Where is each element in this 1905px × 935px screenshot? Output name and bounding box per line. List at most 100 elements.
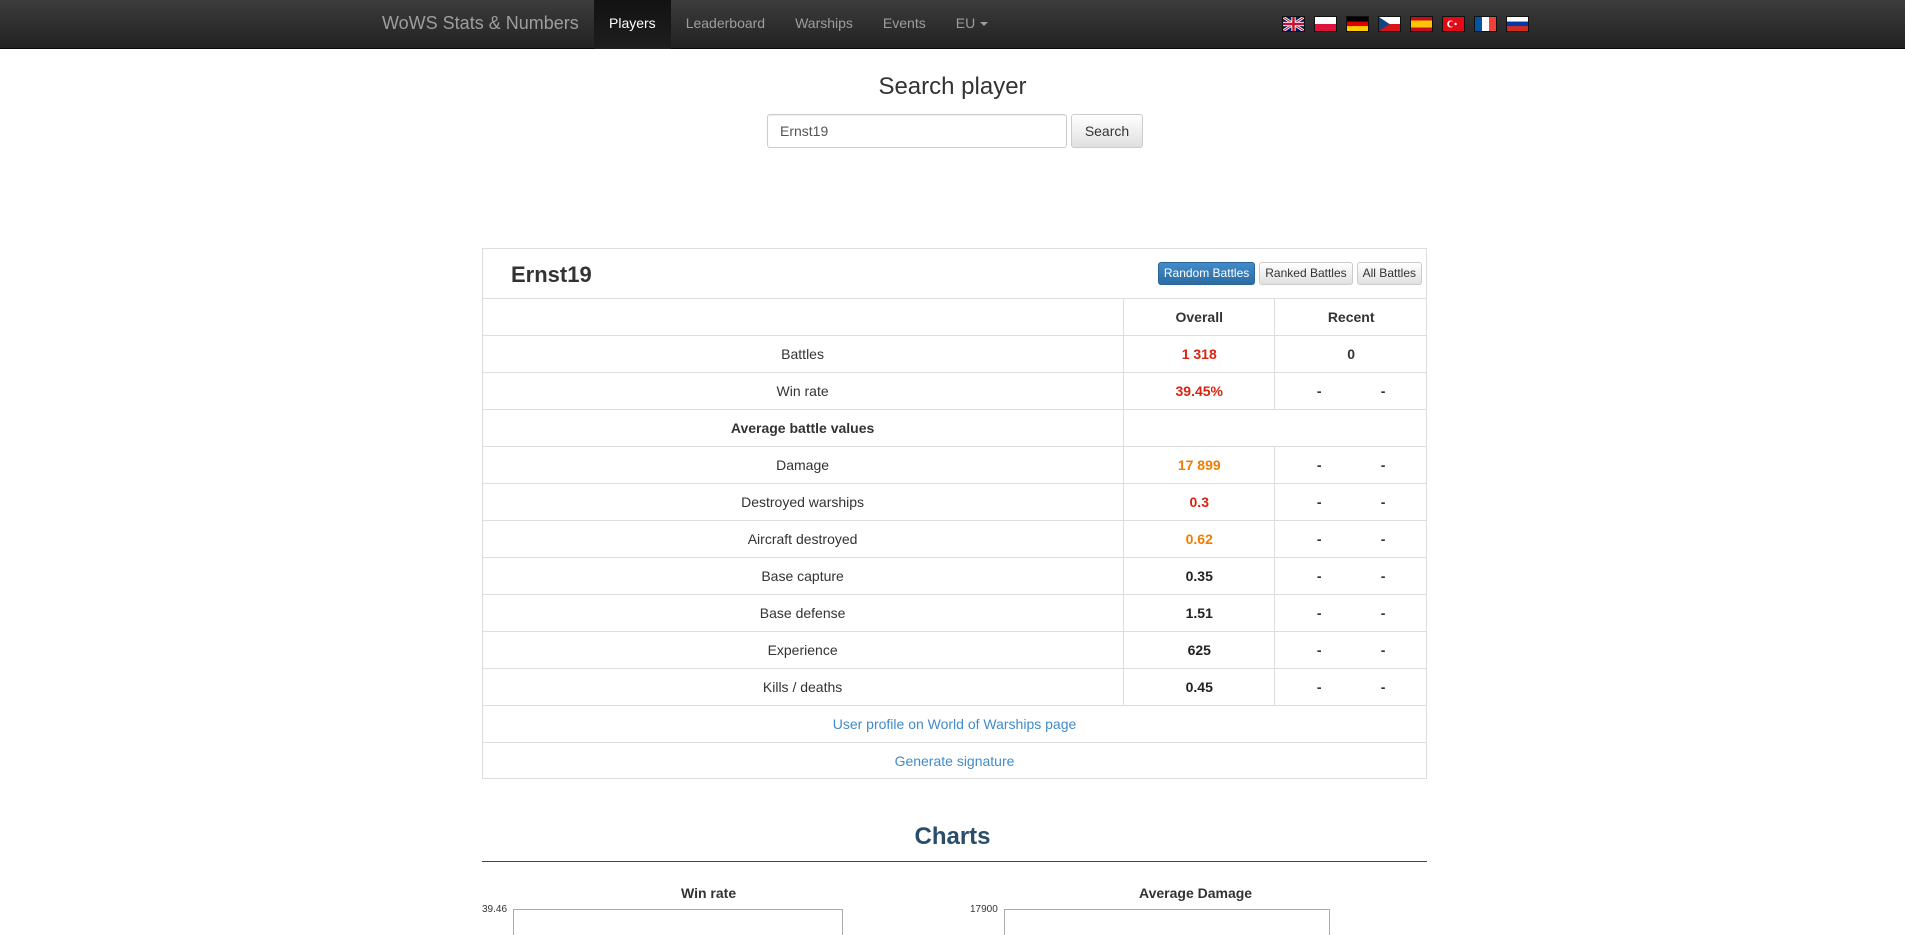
poland-flag-icon[interactable] xyxy=(1314,16,1337,32)
recent-value: - xyxy=(1316,605,1322,621)
battles-overall: 1 318 xyxy=(1123,335,1276,373)
random-battles-button[interactable]: Random Battles xyxy=(1157,262,1256,285)
recent-value: - xyxy=(1380,568,1386,584)
section-empty-cell xyxy=(1123,409,1427,447)
table-section-row: Average battle values xyxy=(482,409,1427,447)
header-overall: Overall xyxy=(1123,298,1276,336)
nav-region-dropdown[interactable]: EU xyxy=(941,0,1003,49)
table-header-row: Overall Recent xyxy=(482,298,1427,336)
row-label-experience: Experience xyxy=(482,631,1125,669)
player-stats-panel: Ernst19 Random Battles Ranked Battles Al… xyxy=(482,248,1427,780)
recent-value: - xyxy=(1316,568,1322,584)
table-row: Experience 625 -- xyxy=(482,631,1427,669)
average-damage-chart-title: Average Damage xyxy=(1139,885,1253,901)
language-flags xyxy=(1282,16,1529,32)
brand-link[interactable]: WoWS Stats & Numbers xyxy=(382,0,579,49)
main-nav: Players Leaderboard Warships Events EU xyxy=(594,0,1003,49)
table-row: Kills / deaths 0.45 -- xyxy=(482,668,1427,706)
win-rate-overall: 39.45% xyxy=(1123,372,1276,410)
table-row: Battles 1 318 0 xyxy=(482,335,1427,373)
damage-overall: 17 899 xyxy=(1123,446,1276,484)
average-damage-chart-area xyxy=(1004,909,1330,935)
recent-value: - xyxy=(1380,605,1386,621)
all-battles-button[interactable]: All Battles xyxy=(1356,262,1422,285)
base-defense-overall: 1.51 xyxy=(1123,594,1276,632)
turkey-flag-icon[interactable] xyxy=(1442,16,1465,32)
search-input[interactable] xyxy=(767,114,1067,148)
germany-flag-icon[interactable] xyxy=(1346,16,1369,32)
search-button[interactable]: Search xyxy=(1071,114,1143,148)
czech-flag-icon[interactable] xyxy=(1378,16,1401,32)
charts-divider xyxy=(482,861,1427,862)
header-recent: Recent xyxy=(1274,298,1427,336)
kills-deaths-overall: 0.45 xyxy=(1123,668,1276,706)
section-average-battle-values: Average battle values xyxy=(482,409,1125,447)
base-capture-recent: -- xyxy=(1274,557,1427,595)
table-row: Damage 17 899 -- xyxy=(482,446,1427,484)
caret-down-icon xyxy=(980,22,989,27)
row-label-aircraft-destroyed: Aircraft destroyed xyxy=(482,520,1125,558)
spain-flag-icon[interactable] xyxy=(1410,16,1433,32)
nav-events[interactable]: Events xyxy=(868,0,941,49)
recent-value: - xyxy=(1380,531,1386,547)
recent-value: - xyxy=(1316,679,1322,695)
row-label-kills-deaths: Kills / deaths xyxy=(482,668,1125,706)
experience-recent: -- xyxy=(1274,631,1427,669)
base-capture-overall: 0.35 xyxy=(1123,557,1276,595)
average-damage-chart-top-tick: 17900 xyxy=(970,904,998,915)
recent-value: - xyxy=(1380,494,1386,510)
user-profile-link[interactable]: User profile on World of Warships page xyxy=(482,705,1427,743)
region-label: EU xyxy=(955,15,976,31)
recent-value: - xyxy=(1380,679,1386,695)
table-row: Win rate 39.45% -- xyxy=(482,372,1427,410)
stats-table: Overall Recent Battles 1 318 0 Win rate … xyxy=(482,298,1427,780)
table-row: Destroyed warships 0.3 -- xyxy=(482,483,1427,521)
destroyed-warships-overall: 0.3 xyxy=(1123,483,1276,521)
recent-value: - xyxy=(1380,457,1386,473)
recent-value: - xyxy=(1316,383,1322,399)
charts-title: Charts xyxy=(914,823,991,850)
table-row: Base defense 1.51 -- xyxy=(482,594,1427,632)
uk-flag-icon[interactable] xyxy=(1282,16,1305,32)
recent-value: - xyxy=(1316,531,1322,547)
damage-recent: -- xyxy=(1274,446,1427,484)
recent-value: - xyxy=(1316,457,1322,473)
search-title: Search player xyxy=(878,73,1027,100)
destroyed-warships-recent: -- xyxy=(1274,483,1427,521)
row-label-win-rate: Win rate xyxy=(482,372,1125,410)
win-rate-chart-title: Win rate xyxy=(681,885,737,901)
recent-value: - xyxy=(1380,642,1386,658)
nav-players[interactable]: Players xyxy=(594,0,671,49)
row-label-base-capture: Base capture xyxy=(482,557,1125,595)
link-row: User profile on World of Warships page xyxy=(482,705,1427,743)
win-rate-recent: -- xyxy=(1274,372,1427,410)
generate-signature-link[interactable]: Generate signature xyxy=(482,742,1427,780)
kills-deaths-recent: -- xyxy=(1274,668,1427,706)
table-row: Base capture 0.35 -- xyxy=(482,557,1427,595)
experience-overall: 625 xyxy=(1123,631,1276,669)
win-rate-chart-area xyxy=(513,909,843,935)
recent-value: - xyxy=(1316,642,1322,658)
aircraft-destroyed-overall: 0.62 xyxy=(1123,520,1276,558)
row-label-destroyed-warships: Destroyed warships xyxy=(482,483,1125,521)
france-flag-icon[interactable] xyxy=(1474,16,1497,32)
row-label-base-defense: Base defense xyxy=(482,594,1125,632)
nav-warships[interactable]: Warships xyxy=(780,0,868,49)
row-label-damage: Damage xyxy=(482,446,1125,484)
link-row: Generate signature xyxy=(482,742,1427,780)
win-rate-chart-top-tick: 39.46 xyxy=(482,904,508,915)
row-label-battles: Battles xyxy=(482,335,1125,373)
base-defense-recent: -- xyxy=(1274,594,1427,632)
battles-recent: 0 xyxy=(1274,335,1427,373)
table-row: Aircraft destroyed 0.62 -- xyxy=(482,520,1427,558)
header-label xyxy=(482,298,1125,336)
player-name: Ernst19 xyxy=(511,262,592,287)
russia-flag-icon[interactable] xyxy=(1506,16,1529,32)
battle-mode-selector: Random Battles Ranked Battles All Battle… xyxy=(1157,262,1422,285)
recent-value: - xyxy=(1316,494,1322,510)
ranked-battles-button[interactable]: Ranked Battles xyxy=(1259,262,1353,285)
nav-leaderboard[interactable]: Leaderboard xyxy=(671,0,780,49)
aircraft-destroyed-recent: -- xyxy=(1274,520,1427,558)
recent-value: - xyxy=(1380,383,1386,399)
navbar: WoWS Stats & Numbers Players Leaderboard… xyxy=(0,0,1905,49)
